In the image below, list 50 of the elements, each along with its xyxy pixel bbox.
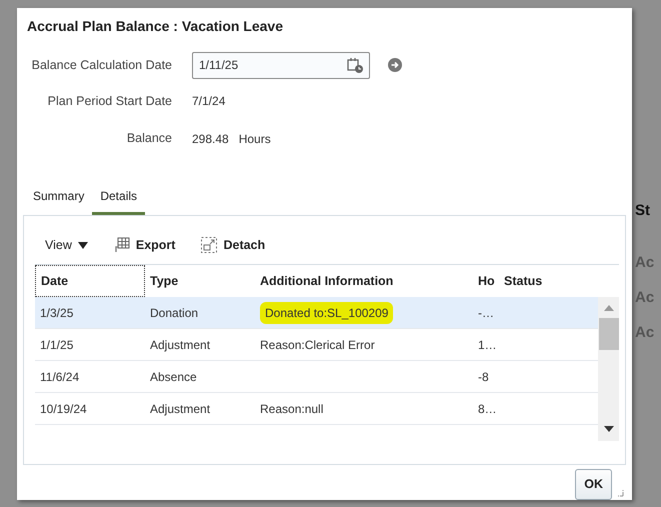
column-header[interactable]: Additional Information (255, 272, 478, 291)
scroll-up-icon (604, 304, 614, 312)
date-input-field[interactable]: 1/11/25 (192, 52, 370, 79)
detach-icon (201, 237, 218, 254)
resize-grip-icon (616, 489, 624, 498)
background-row-text: Ac (634, 253, 656, 273)
field-value: 7/1/24 (192, 93, 226, 110)
caret-icon (78, 242, 88, 249)
field-label: Plan Period Start Date (46, 92, 172, 110)
table-cell: Adjustment (150, 402, 210, 416)
view-menu-button[interactable]: View (45, 236, 88, 255)
field-label: Balance (126, 130, 172, 148)
field-label: Balance Calculation Date (30, 56, 172, 74)
table-cell: 1/1/25 (40, 338, 74, 352)
ok-button[interactable]: OK (575, 469, 612, 500)
detach-button[interactable]: Detach (201, 236, 266, 255)
scrollbar-thumb[interactable] (598, 318, 618, 350)
table-row[interactable]: 10/19/24 Adjustment Reason:null 8… (35, 393, 598, 426)
column-header[interactable]: Type (145, 272, 255, 291)
table-cell: Reason:null (260, 402, 324, 416)
tab[interactable]: Summary (25, 183, 92, 216)
table-cell: Adjustment (150, 338, 210, 352)
table-cell: 8… (478, 402, 497, 416)
field-value: 298.48 (192, 130, 229, 148)
dialog-title: Accrual Plan Balance : Vacation Leave (26, 17, 284, 36)
column-header[interactable]: Ho (478, 272, 500, 291)
table-cell: 11/6/24 (40, 370, 80, 384)
background-column-header: St (634, 201, 651, 221)
table-cell: Absence (150, 370, 197, 384)
column-header[interactable]: Status (500, 272, 598, 291)
background-row-text: Ac (634, 288, 656, 308)
table-row[interactable]: 1/1/25 Adjustment Reason:Clerical Error 1… (35, 329, 598, 362)
table-row[interactable]: 11/6/24 Absence -8 (35, 361, 598, 394)
table-cell: Reason:Clerical Error (260, 338, 375, 352)
export-button[interactable]: Export (114, 236, 176, 255)
scroll-down-icon (604, 425, 614, 434)
table-cell: 1… (478, 338, 497, 352)
unit-label: Hours (238, 130, 271, 148)
table-arrow-icon (114, 237, 130, 254)
table-row[interactable]: 1/3/25 Donation Donated to:SL_100209 -… (35, 297, 598, 330)
background-row-text: Ac (634, 323, 656, 343)
highlighted-cell-text: Donated to:SL_100209 (260, 302, 394, 324)
table-cell: 1/3/25 (40, 306, 74, 320)
calendar-icon (347, 57, 363, 74)
table-cell: 10/19/24 (40, 402, 87, 416)
table-cell: Donation (150, 306, 198, 320)
scrollbar[interactable] (598, 297, 619, 442)
tab[interactable]: Details (92, 183, 146, 216)
table-cell: -8 (478, 370, 489, 384)
table-cell: -… (478, 306, 494, 320)
